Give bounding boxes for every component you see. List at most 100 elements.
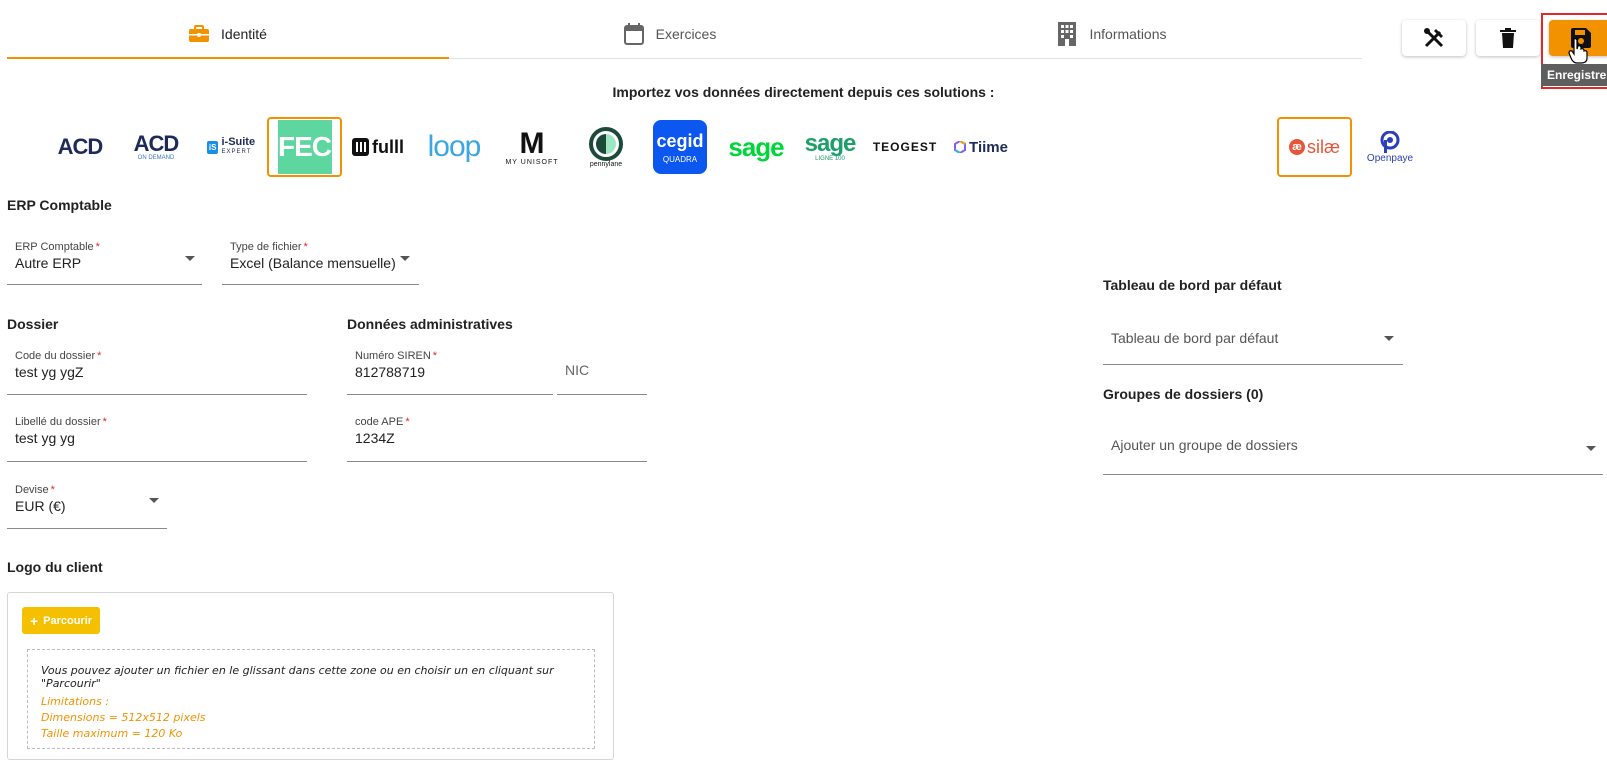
browse-button[interactable]: + Parcourir [22,607,100,634]
nic-field[interactable]: NIC [557,344,647,395]
pennylane-icon [589,126,623,161]
logo-silae-mark: æ [1288,139,1305,155]
logo-isuite-badge: iS [206,140,219,154]
nic-placeholder: NIC [565,362,590,378]
logo-pennylane-text: pennylane [589,160,623,168]
admin-section-title: Données administratives [347,316,513,332]
file-type-select[interactable]: Type de fichier * Excel (Balance mensuell… [222,235,419,285]
delete-button[interactable] [1476,20,1540,56]
devise-label-text: Devise [15,484,49,496]
libelle-dossier-label: Libellé du dossier * [15,416,107,428]
logo-isuite-text: i-Suite [221,136,256,148]
file-type-label-text: Type de fichier [230,241,302,253]
trash-icon [1500,28,1516,48]
logo-fulll-mark [352,138,369,156]
limits-dimensions: Dimensions = 512x512 pixels [41,711,206,724]
code-dossier-value: test yg ygZ [15,364,84,380]
logo-cegid-sub: QUADRA [662,154,698,164]
openpaye-icon [1380,130,1400,153]
logo-client-section-title: Logo du client [7,559,103,575]
limits-title: Limitations : [41,695,110,708]
devise-select[interactable]: Devise * EUR (€) [7,478,167,529]
logo-fec[interactable]: FEC [267,117,342,177]
code-dossier-field[interactable]: Code du dossier * test yg ygZ [7,344,307,395]
tab-identite-label: Identité [221,26,267,42]
ape-field[interactable]: code APE * 1234Z [347,410,647,462]
logo-sage100[interactable]: sage LIGNE 100 [800,117,860,177]
logo-loop[interactable]: loop [424,117,484,177]
logo-pennylane[interactable]: pennylane [580,117,632,177]
logo-tiime[interactable]: Tiime [950,117,1012,177]
logo-myunisoft-text: MY UNISOFT [505,158,559,166]
logo-acd-text: ACD [57,134,104,159]
tab-informations-label: Informations [1089,26,1167,42]
tab-informations[interactable]: Informations [891,10,1333,58]
calendar-icon [623,23,644,45]
logo-teogest-text: TEOGEST [872,140,938,154]
logo-myunisoft-mark: M [519,126,545,160]
libelle-dossier-label-text: Libellé du dossier [15,416,101,428]
chevron-down-icon [149,498,159,503]
devise-label: Devise * [15,484,55,496]
hand-cursor-icon [1568,38,1588,64]
erp-select-value: Autre ERP [15,255,82,271]
browse-button-label: Parcourir [43,614,93,627]
libelle-dossier-value: test yg yg [15,430,75,446]
file-dropzone[interactable]: Vous pouvez ajouter un fichier en le gli… [27,649,595,749]
logo-acd-ondemand-sub: ON DEMAND [137,155,175,161]
dropzone-limits: Limitations : Dimensions = 512x512 pixel… [41,694,594,742]
logo-fulll[interactable]: fulll [352,117,404,177]
logo-myunisoft[interactable]: M MY UNISOFT [504,117,560,177]
logo-openpaye[interactable]: Openpaye [1360,117,1420,177]
siren-label-text: Numéro SIREN [355,350,431,362]
chevron-down-icon [400,256,410,261]
dossier-section-title: Dossier [7,316,59,332]
logo-sage[interactable]: sage [725,117,787,177]
dashboard-section-title: Tableau de bord par défaut [1103,277,1282,293]
briefcase-icon [189,25,210,42]
tab-exercices[interactable]: Exercices [449,10,891,58]
file-type-value: Excel (Balance mensuelle) [230,255,396,271]
logo-teogest[interactable]: TEOGEST [872,117,938,177]
ape-label-text: code APE [355,416,404,428]
erp-section-title: ERP Comptable [7,197,112,213]
devise-value: EUR (€) [15,498,66,514]
import-title: Importez vos données directement depuis … [612,84,995,100]
logo-cegid[interactable]: cegid QUADRA [653,120,707,174]
building-icon [1058,22,1077,46]
limits-max-size: Taille maximum = 120 Ko [41,727,183,740]
file-type-label: Type de fichier * [230,241,308,253]
tools-button[interactable] [1402,20,1466,56]
erp-select-label: ERP Comptable * [15,241,100,253]
logo-isuite[interactable]: iS i-Suite EXPERT [200,117,262,177]
erp-select-label-text: ERP Comptable [15,241,94,253]
logo-silae[interactable]: æ silæ [1277,117,1352,177]
tab-identite[interactable]: Identité [7,10,449,59]
logo-sage100-text: sage [804,130,857,157]
groups-section-title: Groupes de dossiers (0) [1103,386,1264,402]
code-dossier-label: Code du dossier * [15,350,102,362]
dashboard-select[interactable]: Tableau de bord par défaut [1103,312,1403,365]
logo-fec-text: FEC [277,120,332,174]
groups-placeholder: Ajouter un groupe de dossiers [1111,437,1298,453]
logo-acd[interactable]: ACD [48,117,112,177]
dropzone-text: Vous pouvez ajouter un fichier en le gli… [41,664,554,690]
code-dossier-label-text: Code du dossier [15,350,96,362]
logo-fulll-text: fulll [372,136,404,157]
logo-acd-ondemand[interactable]: ACD ON DEMAND [124,117,188,177]
logo-sage100-sub: LIGNE 100 [815,156,845,162]
siren-label: Numéro SIREN * [355,350,438,362]
libelle-dossier-field[interactable]: Libellé du dossier * test yg yg [7,410,307,462]
siren-field[interactable]: Numéro SIREN * 812788719 [347,344,553,395]
groups-select[interactable]: Ajouter un groupe de dossiers [1103,416,1603,475]
erp-select[interactable]: ERP Comptable * Autre ERP [7,235,202,285]
tools-icon [1424,28,1444,48]
logo-isuite-sub: EXPERT [221,149,252,155]
tiime-icon [954,141,967,153]
logo-openpaye-text: Openpaye [1366,152,1414,164]
tab-bar: Identité Exercices Informations [7,10,1362,59]
save-tooltip: Enregistrer [1541,64,1607,86]
tab-exercices-label: Exercices [655,26,717,42]
logo-sage-text: sage [728,131,784,162]
logo-cegid-text: cegid [656,130,704,151]
